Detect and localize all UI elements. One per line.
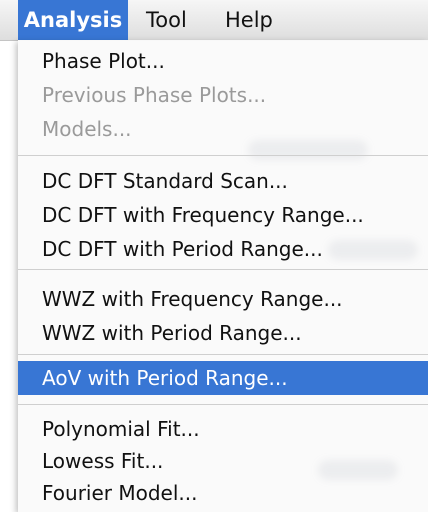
menu-item-lowess-fit[interactable]: Lowess Fit... [18,444,428,478]
menu-item-label: DC DFT Standard Scan... [42,169,288,193]
menu-item-label: WWZ with Period Range... [42,321,302,345]
menu-item-label: Lowess Fit... [42,449,164,473]
menu-separator [18,155,428,156]
menu-item-label: DC DFT with Frequency Range... [42,203,364,227]
screen: Analysis Tool Help Phase Plot... Previou… [0,0,428,512]
menu-item-phase-plot[interactable]: Phase Plot... [18,44,428,78]
menu-item-wwz-period-range[interactable]: WWZ with Period Range... [18,316,428,350]
menu-item-dc-dft-standard-scan[interactable]: DC DFT Standard Scan... [18,164,428,198]
menu-item-label: Fourier Model... [42,481,198,505]
menu-item-label: Previous Phase Plots... [42,83,267,107]
menu-item-models: Models... [18,112,428,146]
menu-item-label: Models... [42,117,132,141]
menu-separator [18,269,428,270]
menu-item-label: Phase Plot... [42,49,165,73]
menu-item-dc-dft-frequency-range[interactable]: DC DFT with Frequency Range... [18,198,428,232]
menu-item-aov-period-range[interactable]: AoV with Period Range... [18,361,428,395]
menu-item-fourier-model[interactable]: Fourier Model... [18,476,428,510]
menu-item-label: Polynomial Fit... [42,417,200,441]
menu-bar: Analysis Tool Help [0,0,428,41]
menu-item-label: DC DFT with Period Range... [42,237,323,261]
menu-tool[interactable]: Tool [146,0,187,40]
menu-item-polynomial-fit[interactable]: Polynomial Fit... [18,412,428,446]
menu-item-label: WWZ with Frequency Range... [42,287,343,311]
analysis-dropdown-menu: Phase Plot... Previous Phase Plots... Mo… [18,40,428,512]
menu-separator [18,354,428,355]
menu-item-wwz-frequency-range[interactable]: WWZ with Frequency Range... [18,282,428,316]
menu-item-label: AoV with Period Range... [42,366,288,390]
menu-item-dc-dft-period-range[interactable]: DC DFT with Period Range... [18,232,428,266]
menu-analysis[interactable]: Analysis [18,0,128,40]
menu-item-previous-phase-plots: Previous Phase Plots... [18,78,428,112]
menu-separator [18,404,428,405]
menu-help[interactable]: Help [225,0,273,40]
